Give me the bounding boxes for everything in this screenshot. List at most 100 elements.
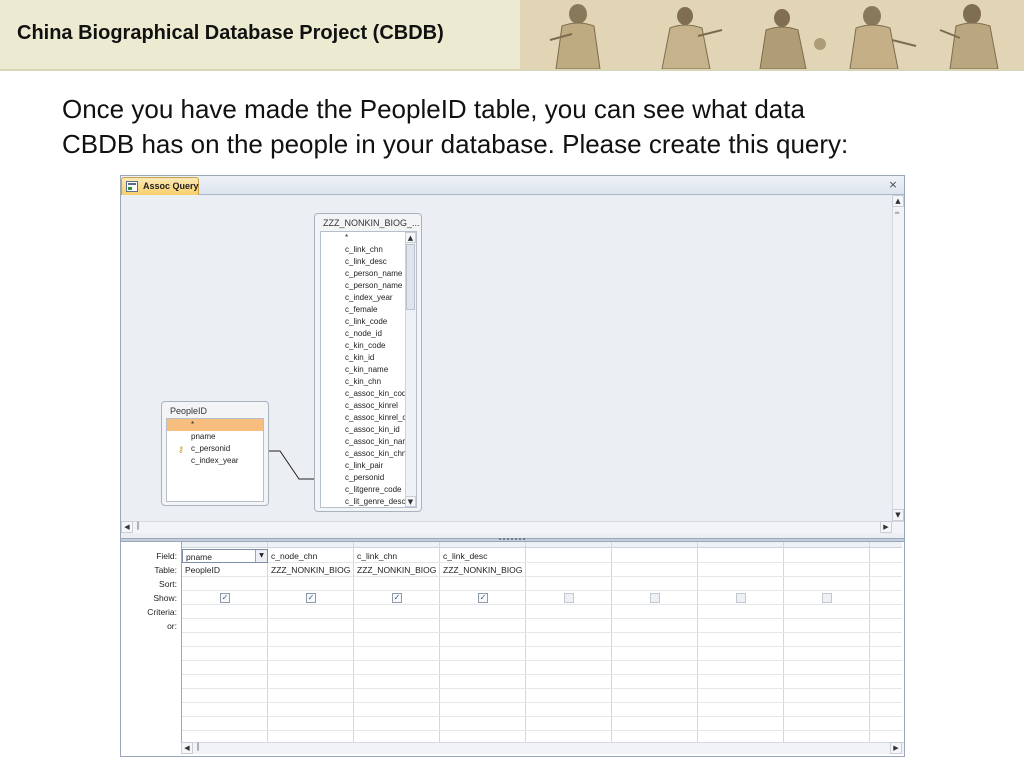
table-cell[interactable]: ZZZ_NONKIN_BIOG — [440, 563, 526, 577]
empty-cell[interactable] — [870, 675, 902, 689]
nonkin-field-item[interactable]: c_node_id — [321, 328, 416, 340]
nonkin-field-item[interactable]: c_female — [321, 304, 416, 316]
peopleid-field-item[interactable]: * — [167, 419, 263, 431]
design-pane-hscroll[interactable]: ◀ ║ ▶ — [121, 521, 904, 533]
empty-cell[interactable] — [354, 661, 440, 675]
empty-cell[interactable] — [784, 675, 870, 689]
empty-cell[interactable] — [698, 675, 784, 689]
table-cell[interactable] — [784, 563, 870, 577]
grid-column[interactable]: c_link_desc ZZZ_NONKIN_BIOG ✓ — [440, 542, 526, 742]
show-cell[interactable]: ✓ — [268, 591, 354, 605]
table-diagram-pane[interactable]: PeopleID * pname ⚷ c_personid c_index_year Z… — [121, 195, 904, 538]
empty-cell[interactable] — [612, 661, 698, 675]
show-checkbox[interactable] — [736, 593, 746, 603]
empty-cell[interactable] — [784, 689, 870, 703]
empty-cell[interactable] — [440, 661, 526, 675]
arrow-up-icon[interactable]: ▲ — [405, 232, 416, 243]
nonkin-field-item[interactable]: c_link_pair — [321, 460, 416, 472]
sort-cell[interactable] — [268, 577, 354, 591]
empty-cell[interactable] — [354, 633, 440, 647]
nonkin-field-item[interactable]: c_kin_name — [321, 364, 416, 376]
empty-cell[interactable] — [182, 675, 268, 689]
or-cell[interactable] — [612, 619, 698, 633]
empty-cell[interactable] — [182, 661, 268, 675]
grid-hscroll[interactable]: ◀ ║ ▶ — [181, 742, 904, 754]
empty-cell[interactable] — [698, 717, 784, 731]
empty-cell[interactable] — [526, 661, 612, 675]
empty-cell[interactable] — [268, 717, 354, 731]
nonkin-field-item[interactable]: c_assoc_kinrel_chn — [321, 412, 416, 424]
empty-cell[interactable] — [870, 647, 902, 661]
table-cell[interactable]: ZZZ_NONKIN_BIOG — [268, 563, 354, 577]
sort-cell[interactable] — [870, 577, 902, 591]
empty-cell[interactable] — [698, 703, 784, 717]
scroll-thumb[interactable] — [406, 244, 415, 310]
criteria-cell[interactable] — [440, 605, 526, 619]
show-checkbox[interactable]: ✓ — [306, 593, 316, 603]
table-cell[interactable] — [526, 563, 612, 577]
tab-assoc-query[interactable]: Assoc Query — [121, 177, 199, 195]
empty-cell[interactable] — [784, 661, 870, 675]
empty-cell[interactable] — [440, 689, 526, 703]
sort-cell[interactable] — [698, 577, 784, 591]
empty-cell[interactable] — [784, 731, 870, 742]
empty-cell[interactable] — [526, 703, 612, 717]
empty-cell[interactable] — [698, 689, 784, 703]
field-cell[interactable] — [698, 549, 784, 563]
empty-cell[interactable] — [612, 689, 698, 703]
nonkin-field-item[interactable]: c_assoc_kin_chn — [321, 448, 416, 460]
table-peopleid[interactable]: PeopleID * pname ⚷ c_personid c_index_year — [161, 401, 269, 506]
grid-column[interactable] — [698, 542, 784, 742]
empty-cell[interactable] — [440, 675, 526, 689]
empty-cell[interactable] — [268, 633, 354, 647]
show-checkbox[interactable] — [564, 593, 574, 603]
nonkin-field-item[interactable]: c_kin_id — [321, 352, 416, 364]
table-cell[interactable] — [698, 563, 784, 577]
empty-cell[interactable] — [354, 689, 440, 703]
empty-cell[interactable] — [182, 731, 268, 742]
nonkin-field-item[interactable]: c_litgenre_code — [321, 484, 416, 496]
empty-cell[interactable] — [354, 703, 440, 717]
empty-cell[interactable] — [440, 633, 526, 647]
show-cell[interactable] — [612, 591, 698, 605]
criteria-cell[interactable] — [526, 605, 612, 619]
empty-cell[interactable] — [182, 647, 268, 661]
nonkin-field-item[interactable]: c_link_desc — [321, 256, 416, 268]
nonkin-field-item[interactable]: c_link_chn — [321, 244, 416, 256]
empty-cell[interactable] — [784, 647, 870, 661]
grid-column[interactable]: pname ▼ PeopleID ✓ — [182, 542, 268, 742]
empty-cell[interactable] — [182, 703, 268, 717]
empty-cell[interactable] — [612, 647, 698, 661]
empty-cell[interactable] — [182, 689, 268, 703]
show-cell[interactable] — [698, 591, 784, 605]
empty-cell[interactable] — [870, 703, 902, 717]
nonkin-field-item[interactable]: c_assoc_kin_name — [321, 436, 416, 448]
empty-cell[interactable] — [182, 717, 268, 731]
or-cell[interactable] — [526, 619, 612, 633]
nonkin-field-item[interactable]: c_assoc_kin_id — [321, 424, 416, 436]
chevron-down-icon[interactable]: ▼ — [255, 550, 267, 562]
empty-cell[interactable] — [612, 633, 698, 647]
empty-cell[interactable] — [182, 633, 268, 647]
criteria-cell[interactable] — [354, 605, 440, 619]
empty-cell[interactable] — [870, 731, 902, 742]
show-cell[interactable] — [784, 591, 870, 605]
sort-cell[interactable] — [354, 577, 440, 591]
empty-cell[interactable] — [354, 675, 440, 689]
empty-cell[interactable] — [268, 689, 354, 703]
nonkin-field-item[interactable]: c_personid — [321, 472, 416, 484]
empty-cell[interactable] — [440, 731, 526, 742]
empty-cell[interactable] — [698, 731, 784, 742]
field-cell[interactable]: c_link_chn — [354, 549, 440, 563]
field-cell[interactable]: c_node_chn — [268, 549, 354, 563]
nonkin-field-item[interactable]: c_assoc_kinrel — [321, 400, 416, 412]
empty-cell[interactable] — [268, 703, 354, 717]
empty-cell[interactable] — [612, 717, 698, 731]
or-cell[interactable] — [784, 619, 870, 633]
empty-cell[interactable] — [698, 633, 784, 647]
empty-cell[interactable] — [354, 731, 440, 742]
criteria-cell[interactable] — [182, 605, 268, 619]
sort-cell[interactable] — [440, 577, 526, 591]
nonkin-field-item[interactable]: c_person_name — [321, 268, 416, 280]
empty-cell[interactable] — [784, 633, 870, 647]
